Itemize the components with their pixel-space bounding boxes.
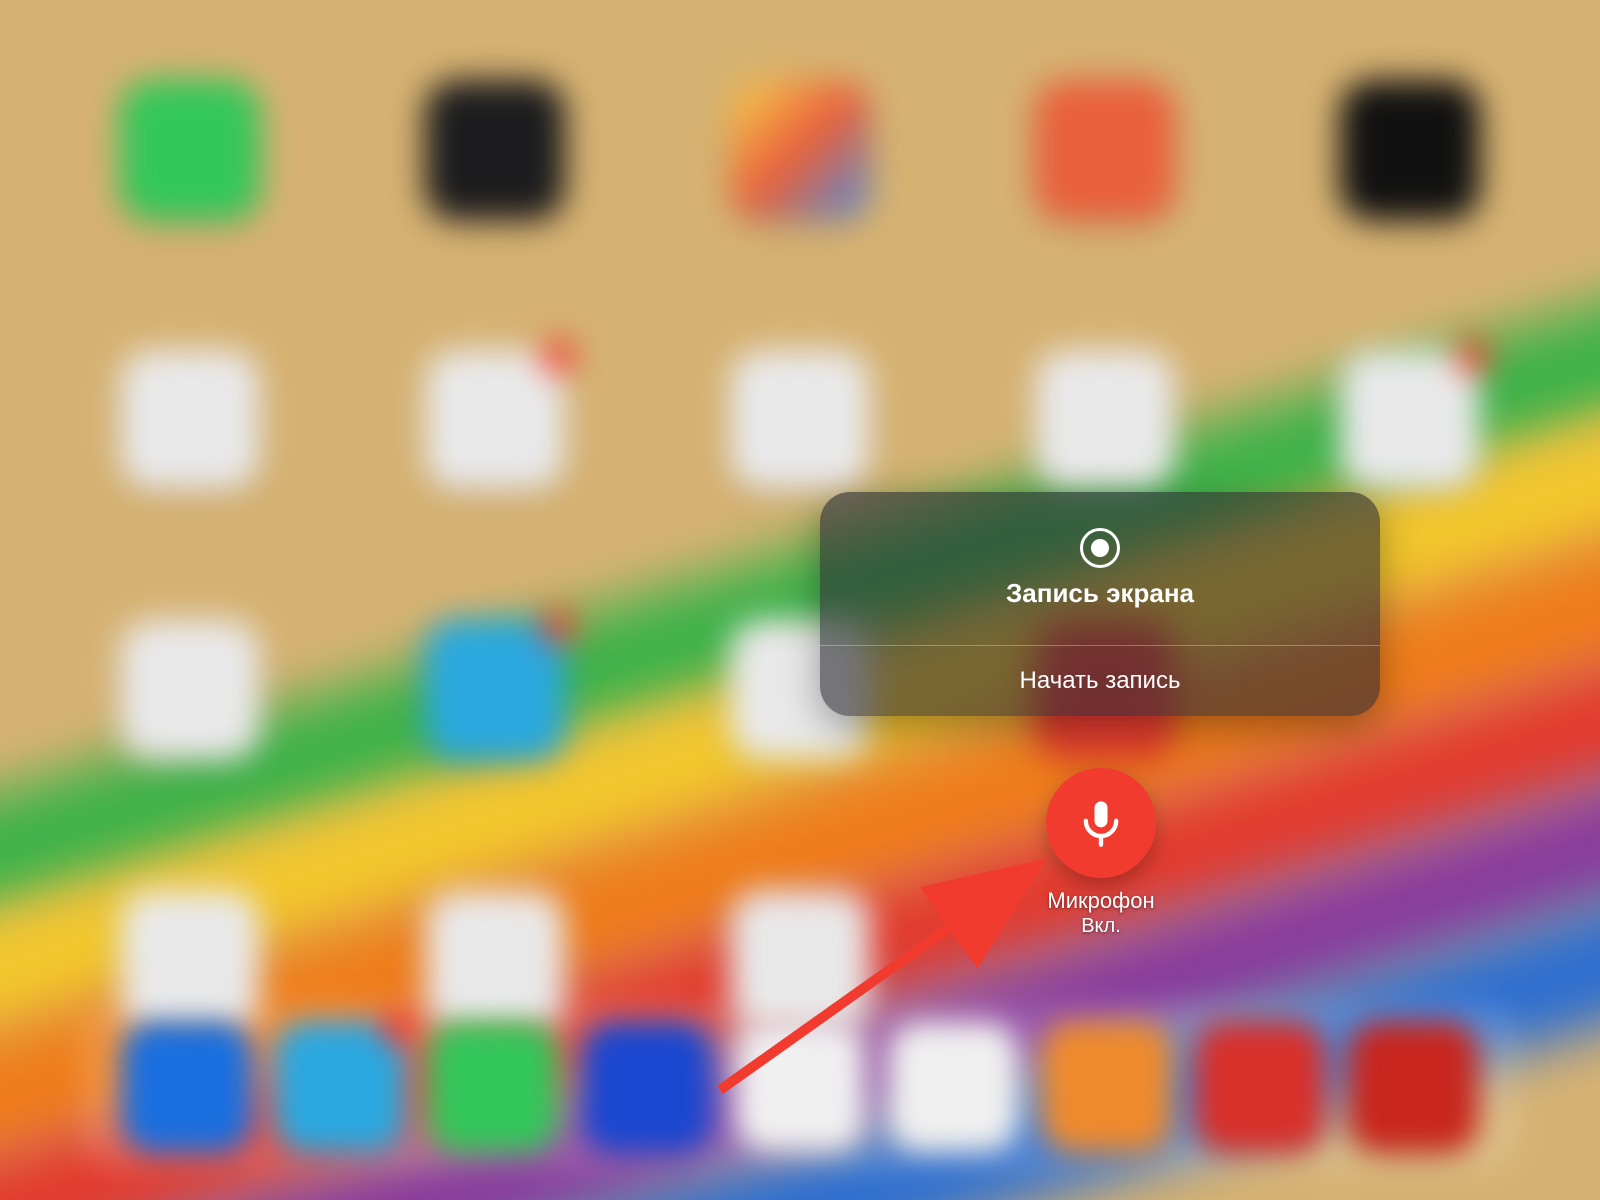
screen-recording-header[interactable]: Запись экрана	[820, 492, 1380, 645]
microphone-label: Микрофон Вкл.	[1047, 888, 1154, 938]
microphone-state: Вкл.	[1047, 914, 1154, 938]
dock	[80, 1002, 1520, 1172]
microphone-toggle-button[interactable]	[1046, 768, 1156, 878]
microphone-label-name: Микрофон	[1047, 888, 1154, 913]
start-recording-button[interactable]: Начать запись	[820, 646, 1380, 716]
screen-recording-panel: Запись экрана Начать запись	[820, 492, 1380, 716]
screen-recording-title: Запись экрана	[1006, 578, 1194, 609]
start-recording-label: Начать запись	[1020, 667, 1181, 695]
record-icon	[1080, 528, 1120, 568]
microphone-icon	[1075, 797, 1127, 849]
